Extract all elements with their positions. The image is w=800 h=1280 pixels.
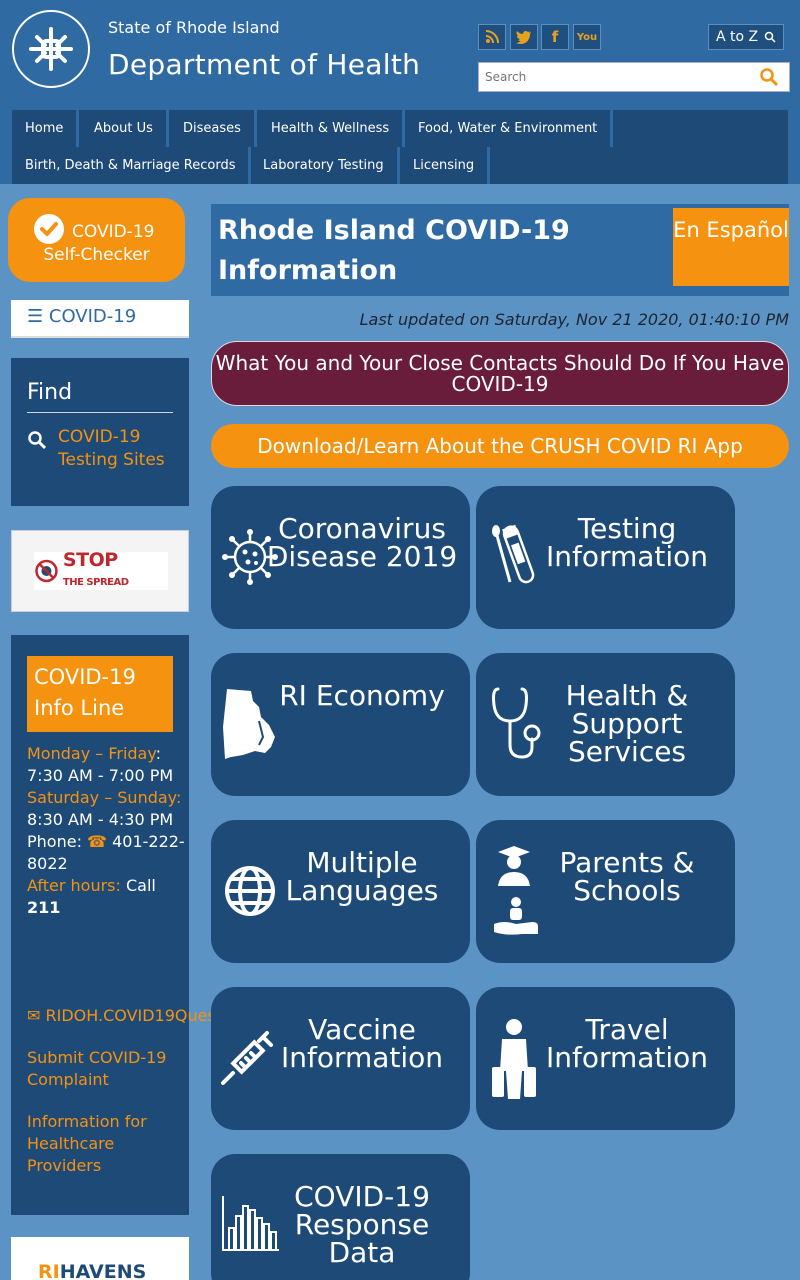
nav-health-wellness[interactable]: Health & Wellness [258, 110, 406, 147]
a-to-z-button[interactable]: A to Z [708, 24, 784, 50]
stop-word: STOP [62, 549, 118, 571]
rss-icon[interactable] [478, 24, 506, 50]
covid-menu-label: COVID-19 [48, 306, 137, 327]
info-line-hours: Monday – Friday: 7:30 AM - 7:00 PM Satur… [27, 743, 187, 919]
tile-parents-schools[interactable]: Parents & Schools [476, 820, 735, 963]
weekday-label: Monday – Friday [27, 744, 156, 763]
havens-ri: RI [38, 1261, 60, 1280]
checker-label-line1: COVID-19 [72, 222, 155, 242]
after-hours-call: Call [125, 876, 156, 895]
info-links: Submit COVID-19 Complaint Information fo… [27, 1047, 177, 1197]
tile-travel-information[interactable]: Travel Information [476, 987, 735, 1130]
tile-label: Multiple Languages [285, 846, 439, 907]
stop-the-spread-banner[interactable]: STOP THE SPREAD [11, 530, 189, 612]
nav-laboratory-testing[interactable]: Laboratory Testing [250, 147, 400, 184]
covid-menu-toggle[interactable]: ☰ COVID-19 [11, 300, 189, 338]
close-contacts-button[interactable]: What You and Your Close Contacts Should … [211, 341, 789, 406]
virus-stop-icon [35, 559, 58, 583]
the-spread-words: THE SPREAD [62, 576, 129, 588]
youtube-icon[interactable]: You [573, 24, 601, 50]
state-name: State of Rhode Island [108, 18, 280, 37]
envelope-icon: ✉ [27, 1006, 41, 1025]
tile-label: Travel Information [545, 1013, 709, 1074]
after-hours-label: After hours: [27, 876, 121, 895]
tile-covid-response-data[interactable]: COVID-19 Response Data [211, 1154, 470, 1280]
submit-complaint-link[interactable]: Submit COVID-19 Complaint [27, 1047, 177, 1091]
weekend-hours: 8:30 AM - 4:30 PM [27, 810, 174, 829]
main-navigation: Home About Us Diseases Health & Wellness… [12, 110, 788, 184]
testing-sites-link[interactable]: COVID-19 Testing Sites [58, 426, 178, 472]
last-updated: Last updated on Saturday, Nov 21 2020, 0… [359, 310, 789, 329]
nav-home[interactable]: Home [12, 110, 80, 147]
search-icon [764, 31, 776, 43]
tile-label: Testing Information [545, 512, 709, 573]
tile-label: Health & Support Services [565, 679, 689, 768]
checker-label-line2: Self-Checker [43, 245, 150, 265]
stop-the-spread-logo: STOP THE SPREAD [34, 549, 168, 590]
nav-vital-records[interactable]: Birth, Death & Marriage Records [12, 147, 252, 184]
weekday-hours: 7:30 AM - 7:00 PM [27, 766, 174, 785]
tile-coronavirus-disease[interactable]: Coronavirus Disease 2019 [211, 486, 470, 629]
covid-self-checker-button[interactable]: COVID-19 Self-Checker [8, 198, 185, 282]
nav-food-water-environment[interactable]: Food, Water & Environment [405, 110, 614, 147]
twitter-icon[interactable] [510, 24, 538, 50]
tile-label: COVID-19 Response Data [294, 1180, 430, 1269]
tile-health-support-services[interactable]: Health & Support Services [476, 653, 735, 796]
page-title-bar: Rhode Island COVID-19 Information En Esp… [211, 204, 789, 296]
checkmark-icon [34, 214, 64, 244]
ridoh-logo[interactable] [12, 10, 90, 88]
info-line-title: COVID-19 Info Line [27, 656, 173, 732]
site-search [478, 62, 790, 92]
search-icon [28, 431, 47, 450]
a-to-z-label: A to Z [715, 29, 759, 45]
tile-label: Parents & Schools [559, 846, 695, 907]
weekend-label: Saturday – Sunday: [27, 788, 182, 807]
page-title: Rhode Island COVID-19 Information [218, 215, 570, 286]
find-panel: Find COVID-19 Testing Sites [11, 358, 189, 506]
department-name[interactable]: Department of Health [108, 48, 420, 81]
havens-rest: HAVENS [59, 1261, 147, 1280]
tile-label: RI Economy [279, 679, 445, 712]
nav-about-us[interactable]: About Us [81, 110, 169, 147]
phone-icon: ☎ [87, 832, 107, 851]
tile-vaccine-information[interactable]: Vaccine Information [211, 987, 470, 1130]
facebook-icon[interactable]: f [541, 24, 569, 50]
tile-ri-economy[interactable]: RI Economy [211, 653, 470, 796]
ri-havens-banner[interactable]: RIHAVENS [11, 1237, 189, 1280]
search-submit-icon[interactable] [759, 67, 779, 87]
info-line-panel: COVID-19 Info Line Monday – Friday: 7:30… [11, 635, 372, 1215]
hamburger-icon: ☰ [27, 306, 44, 327]
crush-covid-app-button[interactable]: Download/Learn About the CRUSH COVID RI … [211, 424, 789, 468]
tile-label: Coronavirus Disease 2019 [266, 512, 458, 573]
nav-diseases[interactable]: Diseases [170, 110, 257, 147]
department-seal-icon [29, 27, 73, 71]
ri-havens-logo: RIHAVENS [38, 1261, 146, 1280]
after-hours-number: 211 [27, 898, 61, 917]
tile-multiple-languages[interactable]: Multiple Languages [211, 820, 470, 963]
healthcare-providers-link[interactable]: Information for Healthcare Providers [27, 1111, 177, 1177]
find-title: Find [27, 380, 73, 405]
tile-testing-information[interactable]: Testing Information [476, 486, 735, 629]
tile-label: Vaccine Information [280, 1013, 444, 1074]
search-input[interactable] [479, 63, 739, 91]
nav-licensing[interactable]: Licensing [400, 147, 491, 184]
email-link[interactable]: ✉ RIDOH.COVID19Questions@health.ri.gov [27, 1005, 372, 1027]
phone-label: Phone: [27, 832, 82, 851]
site-header: State of Rhode Island Department of Heal… [0, 0, 800, 184]
espanol-button[interactable]: En Español [673, 208, 789, 286]
find-divider [27, 412, 173, 413]
